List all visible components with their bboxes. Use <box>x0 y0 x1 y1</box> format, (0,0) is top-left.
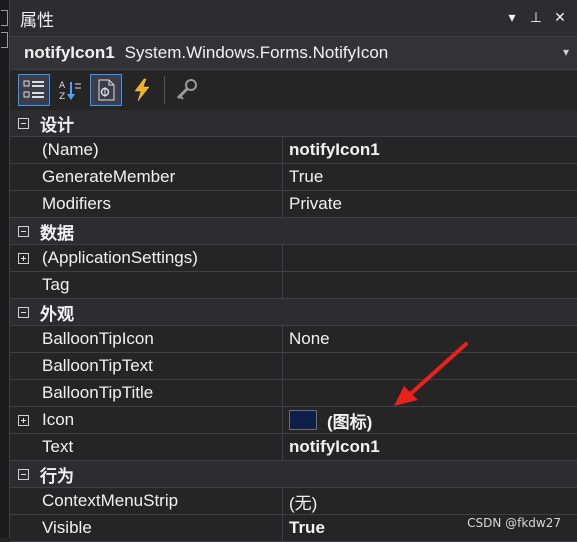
property-value[interactable] <box>283 245 577 271</box>
property-row-applicationsettings[interactable]: (ApplicationSettings) <box>10 245 577 272</box>
property-pages-icon <box>176 79 197 100</box>
property-row-modifiers[interactable]: Modifiers Private <box>10 191 577 218</box>
property-name: (ApplicationSettings) <box>36 245 283 271</box>
property-name: BalloonTipTitle <box>36 380 283 406</box>
window-position-button[interactable]: ▾ <box>501 7 523 29</box>
object-name: notifyIcon1 <box>24 43 115 62</box>
collapse-icon[interactable] <box>17 117 29 129</box>
object-type: System.Windows.Forms.NotifyIcon <box>124 43 389 62</box>
property-name: GenerateMember <box>36 164 283 190</box>
property-name: Text <box>36 434 283 460</box>
category-label: 外观 <box>40 304 74 324</box>
property-name: BalloonTipText <box>36 353 283 379</box>
categorized-button[interactable] <box>18 74 50 106</box>
property-value[interactable] <box>283 272 577 298</box>
expand-icon[interactable] <box>17 414 29 426</box>
svg-text:A: A <box>59 81 66 91</box>
properties-panel: 属性 ▾ ⊥ ✕ notifyIcon1 System.Windows.Form… <box>10 0 577 542</box>
properties-toolbar: A Z <box>10 70 577 111</box>
red-arrow-annotation <box>394 342 468 406</box>
property-value[interactable]: True <box>283 164 577 190</box>
property-row-name[interactable]: (Name) notifyIcon1 <box>10 137 577 164</box>
panel-title: 属性 <box>20 10 54 31</box>
property-row-generatemember[interactable]: GenerateMember True <box>10 164 577 191</box>
property-name: BalloonTipIcon <box>36 326 283 352</box>
category-design[interactable]: 设计 <box>10 110 577 137</box>
left-dock-edge <box>0 0 10 538</box>
property-value-cell[interactable]: (图标) <box>283 407 577 433</box>
watermark: CSDN @fkdw27 <box>467 516 561 530</box>
property-name: Tag <box>36 272 283 298</box>
property-pages-button[interactable] <box>171 74 203 106</box>
property-value[interactable]: Private <box>283 191 577 217</box>
property-name: Visible <box>36 515 283 541</box>
categorized-icon <box>23 80 44 98</box>
collapse-icon[interactable] <box>17 468 29 480</box>
chevron-down-icon[interactable]: ▾ <box>563 45 569 59</box>
category-label: 数据 <box>40 223 74 243</box>
events-button[interactable] <box>126 74 158 106</box>
property-row-balloontiptitle[interactable]: BalloonTipTitle <box>10 380 577 407</box>
property-row-balloontipicon[interactable]: BalloonTipIcon None <box>10 326 577 353</box>
property-grid: 设计 (Name) notifyIcon1 GenerateMember Tru… <box>10 110 577 542</box>
alphabetical-button[interactable]: A Z <box>54 74 86 106</box>
property-value[interactable]: notifyIcon1 <box>283 137 577 163</box>
property-name: ContextMenuStrip <box>36 488 283 514</box>
category-label: 设计 <box>40 115 74 135</box>
property-name: (Name) <box>36 137 283 163</box>
close-button[interactable]: ✕ <box>549 7 571 29</box>
property-row-tag[interactable]: Tag <box>10 272 577 299</box>
property-name: Icon <box>36 407 283 433</box>
property-row-balloontiptext[interactable]: BalloonTipText <box>10 353 577 380</box>
object-selector[interactable]: notifyIcon1 System.Windows.Forms.NotifyI… <box>10 37 577 70</box>
property-value[interactable]: (无) <box>283 488 577 514</box>
events-icon <box>134 78 150 102</box>
category-appearance[interactable]: 外观 <box>10 299 577 326</box>
property-row-icon[interactable]: Icon (图标) <box>10 407 577 434</box>
collapse-icon[interactable] <box>17 306 29 318</box>
properties-button[interactable] <box>90 74 122 106</box>
svg-text:Z: Z <box>59 92 65 102</box>
property-row-text[interactable]: Text notifyIcon1 <box>10 434 577 461</box>
expand-icon[interactable] <box>17 252 29 264</box>
property-row-contextmenustrip[interactable]: ContextMenuStrip (无) <box>10 488 577 515</box>
toolbar-separator <box>164 76 165 104</box>
collapse-icon[interactable] <box>17 225 29 237</box>
property-value: (图标) <box>327 412 373 432</box>
dock-tab-mark <box>1 10 8 26</box>
category-behavior[interactable]: 行为 <box>10 461 577 488</box>
category-label: 行为 <box>40 466 74 486</box>
alphabetical-icon: A Z <box>59 81 81 102</box>
dock-tab-mark <box>1 32 8 48</box>
pin-button[interactable]: ⊥ <box>525 7 547 29</box>
panel-titlebar: 属性 ▾ ⊥ ✕ <box>10 0 577 37</box>
icon-preview-swatch <box>289 410 317 430</box>
property-name: Modifiers <box>36 191 283 217</box>
properties-icon <box>98 79 115 101</box>
category-data[interactable]: 数据 <box>10 218 577 245</box>
property-value[interactable]: notifyIcon1 <box>283 434 577 460</box>
